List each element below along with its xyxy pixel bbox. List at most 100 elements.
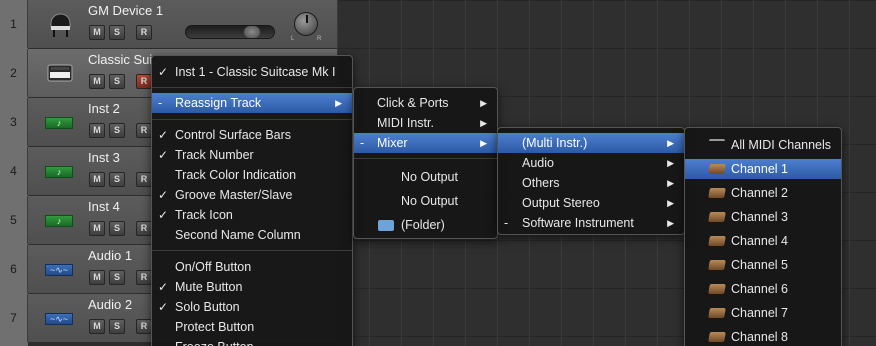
record-enable-button[interactable]: R xyxy=(136,270,152,285)
menu-item-label: Solo Button xyxy=(175,300,240,314)
menu-item-label: (Multi Instr.) xyxy=(522,136,588,150)
menu-item-freeze-button[interactable]: Freeze Button xyxy=(152,337,352,346)
keyboard-icon xyxy=(708,332,726,342)
record-enable-button[interactable]: R xyxy=(136,221,152,236)
submenu-arrow-icon: ▶ xyxy=(667,178,674,188)
track-number: 3 xyxy=(0,98,28,146)
menu-item-others[interactable]: Others ▶ xyxy=(498,173,684,193)
keyboard-icon xyxy=(708,308,726,318)
track-header-context-menu: ✓ Inst 1 - Classic Suitcase Mk I - Reassign… xyxy=(151,55,353,346)
solo-button[interactable]: S xyxy=(109,270,125,285)
mute-button[interactable]: M xyxy=(89,172,105,187)
menu-item-channel-7[interactable]: Channel 7 xyxy=(685,303,841,323)
solo-button[interactable]: S xyxy=(109,25,125,40)
track-name[interactable]: Audio 1 xyxy=(88,248,132,263)
mute-button[interactable]: M xyxy=(89,25,105,40)
track-name[interactable]: GM Device 1 xyxy=(88,3,163,18)
menu-item-channel-1[interactable]: Channel 1 xyxy=(685,159,841,179)
menu-item-second-name-column[interactable]: Second Name Column xyxy=(152,225,352,245)
menu-item-label: Mixer xyxy=(377,136,408,150)
menu-item-channel-2[interactable]: Channel 2 xyxy=(685,183,841,203)
menu-item-label: Mute Button xyxy=(175,280,243,294)
menu-item-mute-button[interactable]: ✓ Mute Button xyxy=(152,277,352,297)
menu-item-label: No Output xyxy=(401,194,458,208)
menu-item-no-output[interactable]: No Output xyxy=(354,191,497,211)
menu-item-multi-instr[interactable]: (Multi Instr.) ▶ xyxy=(498,133,684,153)
menu-item-label: MIDI Instr. xyxy=(377,116,434,130)
menu-item-midi-instr[interactable]: MIDI Instr. ▶ xyxy=(354,113,497,133)
track-name[interactable]: Inst 4 xyxy=(88,199,120,214)
menu-item-all-midi-channels[interactable]: All MIDI Channels xyxy=(685,135,841,155)
menu-item-protect-button[interactable]: Protect Button xyxy=(152,317,352,337)
record-enable-button[interactable]: R xyxy=(136,319,152,334)
track-name[interactable]: Inst 3 xyxy=(88,150,120,165)
solo-button[interactable]: S xyxy=(109,319,125,334)
record-enable-button[interactable]: R xyxy=(136,74,152,89)
menu-item-channel-3[interactable]: Channel 3 xyxy=(685,207,841,227)
record-enable-button[interactable]: R xyxy=(136,123,152,138)
track-name[interactable]: Audio 2 xyxy=(88,297,132,312)
menu-item-click-ports[interactable]: Click & Ports ▶ xyxy=(354,93,497,113)
keyboard-icon xyxy=(708,188,726,198)
menu-item-track-number[interactable]: ✓ Track Number xyxy=(152,145,352,165)
menu-item-folder[interactable]: (Folder) xyxy=(354,215,497,235)
volume-slider[interactable] xyxy=(185,25,275,39)
keyboard-icon xyxy=(708,236,726,246)
menu-item-track-color-indication[interactable]: Track Color Indication xyxy=(152,165,352,185)
pan-knob[interactable] xyxy=(294,12,318,36)
submenu-arrow-icon: ▶ xyxy=(480,138,487,148)
submenu-arrow-icon: ▶ xyxy=(667,198,674,208)
menu-item-label: Software Instrument xyxy=(522,216,634,230)
menu-item-solo-button[interactable]: ✓ Solo Button xyxy=(152,297,352,317)
midi-region-icon: ♪ xyxy=(45,117,73,129)
menu-item-channel-4[interactable]: Channel 4 xyxy=(685,231,841,251)
record-enable-button[interactable]: R xyxy=(136,172,152,187)
solo-button[interactable]: S xyxy=(109,74,125,89)
submenu-arrow-icon: ▶ xyxy=(667,138,674,148)
electric-piano-icon xyxy=(45,58,75,88)
keyboard-icon xyxy=(708,164,726,174)
menu-item-label: Groove Master/Slave xyxy=(175,188,293,202)
solo-button[interactable]: S xyxy=(109,123,125,138)
track-header[interactable]: GM Device 1MSRLR xyxy=(28,0,337,48)
menu-item-control-surface-bars[interactable]: ✓ Control Surface Bars xyxy=(152,125,352,145)
menu-item-groove-master-slave[interactable]: ✓ Groove Master/Slave xyxy=(152,185,352,205)
menu-item-reassign-track[interactable]: - Reassign Track ▶ xyxy=(152,93,352,113)
menu-item-channel-5[interactable]: Channel 5 xyxy=(685,255,841,275)
audio-waveform-icon: ~∿~ xyxy=(45,313,73,325)
menu-item-no-output[interactable]: No Output xyxy=(354,167,497,187)
mute-button[interactable]: M xyxy=(89,74,105,89)
track-number: 4 xyxy=(0,147,28,195)
solo-button[interactable]: S xyxy=(109,221,125,236)
track-name[interactable]: Classic Sui xyxy=(88,52,152,67)
menu-item-audio[interactable]: Audio ▶ xyxy=(498,153,684,173)
menu-item-track-icon[interactable]: ✓ Track Icon xyxy=(152,205,352,225)
reassign-track-submenu: Click & Ports ▶ MIDI Instr. ▶ - Mixer ▶ No Outp… xyxy=(353,87,498,239)
record-enable-button[interactable]: R xyxy=(136,25,152,40)
checkmark-icon: ✓ xyxy=(158,128,169,142)
submenu-arrow-icon: ▶ xyxy=(335,98,342,108)
checkmark-icon: ✓ xyxy=(158,300,169,314)
volume-slider-knob[interactable] xyxy=(244,26,260,38)
menu-item-output-stereo[interactable]: Output Stereo ▶ xyxy=(498,193,684,213)
pan-left-label: L xyxy=(291,36,295,42)
menu-item-label: Others xyxy=(522,176,560,190)
track-row[interactable]: 1 GM Device 1MSRLR xyxy=(0,0,337,48)
solo-button[interactable]: S xyxy=(109,172,125,187)
mute-button[interactable]: M xyxy=(89,123,105,138)
submenu-arrow-icon: ▶ xyxy=(480,118,487,128)
mute-button[interactable]: M xyxy=(89,270,105,285)
menu-item-software-instrument[interactable]: - Software Instrument ▶ xyxy=(498,213,684,233)
menu-item-mixer[interactable]: - Mixer ▶ xyxy=(354,133,497,153)
logic-arrange-window: 1 GM Device 1 M S R L R 2 Classic Sui M S R 3 ♪ Inst 2… xyxy=(0,0,876,346)
menu-item-instrument-name[interactable]: ✓ Inst 1 - Classic Suitcase Mk I xyxy=(152,62,352,82)
menu-item-channel-8[interactable]: Channel 8 xyxy=(685,327,841,346)
mute-button[interactable]: M xyxy=(89,221,105,236)
track-name[interactable]: Inst 2 xyxy=(88,101,120,116)
keyboard-icon xyxy=(708,260,726,270)
menu-item-on-off-button[interactable]: On/Off Button xyxy=(152,257,352,277)
menu-item-label: Freeze Button xyxy=(175,337,254,346)
mute-button[interactable]: M xyxy=(89,319,105,334)
menu-item-channel-6[interactable]: Channel 6 xyxy=(685,279,841,299)
midi-region-icon: ♪ xyxy=(45,166,73,178)
